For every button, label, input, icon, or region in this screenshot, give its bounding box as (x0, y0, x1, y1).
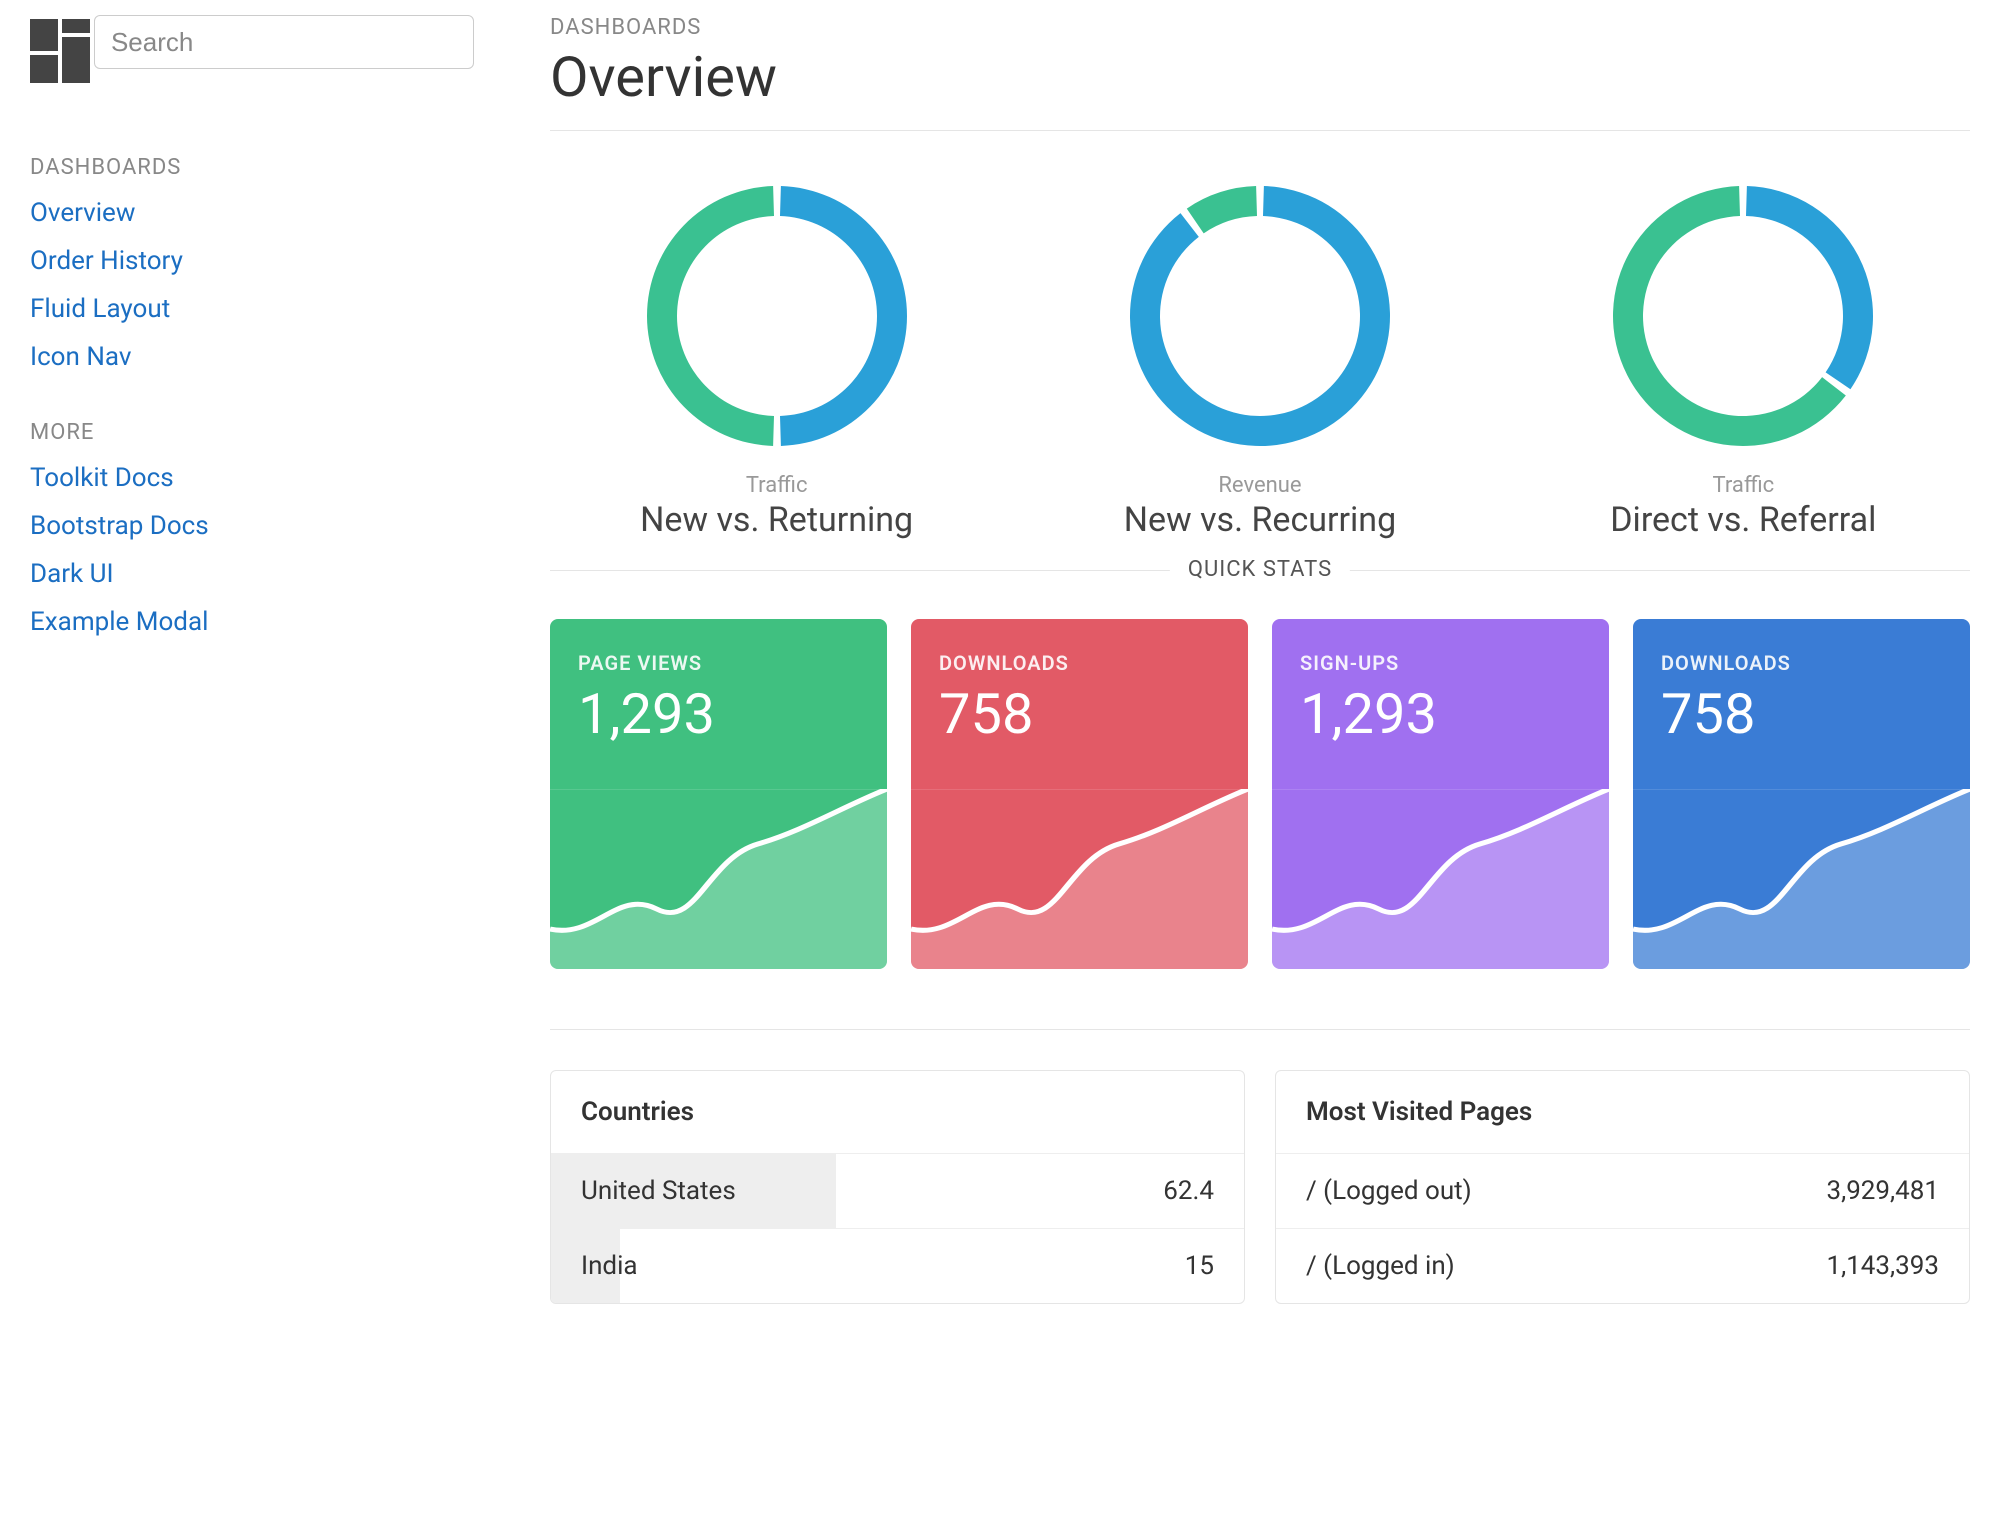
sparkline-chart (1633, 789, 1970, 969)
stat-label: DOWNLOADS (1661, 651, 1942, 675)
table-pages: Most Visited Pages / (Logged out) 3,929,… (1275, 1070, 1970, 1304)
sidebar-item-example-modal[interactable]: Example Modal (30, 607, 520, 637)
donut-title: New vs. Returning (550, 500, 1003, 540)
country-value-cell: 15 (1008, 1229, 1244, 1304)
stat-label: PAGE VIEWS (578, 651, 859, 675)
donut-row: Traffic New vs. Returning Revenue New vs… (550, 171, 1970, 540)
stat-label: SIGN-UPS (1300, 651, 1581, 675)
table-row: / (Logged out) 3,929,481 (1276, 1154, 1969, 1229)
table-title: Most Visited Pages (1276, 1071, 1969, 1153)
sidebar: DASHBOARDS Overview Order History Fluid … (30, 15, 520, 1304)
table-row: India 15 (551, 1229, 1244, 1304)
donut-card-traffic-new-returning: Traffic New vs. Returning (550, 171, 1003, 540)
page-name-cell: / (Logged out) (1276, 1154, 1669, 1229)
stat-card-page-views: PAGE VIEWS 1,293 (550, 619, 887, 969)
sidebar-item-toolkit-docs[interactable]: Toolkit Docs (30, 463, 520, 493)
logo-icon (30, 19, 90, 83)
donut-kicker: Traffic (1517, 473, 1970, 498)
quick-stats-heading: QUICK STATS (1170, 557, 1350, 582)
stat-card-downloads-2: DOWNLOADS 758 (1633, 619, 1970, 969)
sidebar-item-dark-ui[interactable]: Dark UI (30, 559, 520, 589)
table-title: Countries (551, 1071, 1244, 1153)
nav-section-dashboards: DASHBOARDS Overview Order History Fluid … (30, 155, 520, 372)
nav-heading: DASHBOARDS (30, 155, 520, 180)
donut-card-traffic-direct-referral: Traffic Direct vs. Referral (1517, 171, 1970, 540)
page-title: Overview (550, 44, 1970, 131)
stat-value: 758 (939, 681, 1220, 747)
page-name-cell: / (Logged in) (1276, 1229, 1669, 1304)
sidebar-item-icon-nav[interactable]: Icon Nav (30, 342, 520, 372)
sidebar-item-bootstrap-docs[interactable]: Bootstrap Docs (30, 511, 520, 541)
sidebar-item-fluid-layout[interactable]: Fluid Layout (30, 294, 520, 324)
donut-card-revenue-new-recurring: Revenue New vs. Recurring (1033, 171, 1486, 540)
sparkline-chart (1272, 789, 1609, 969)
stat-value: 758 (1661, 681, 1942, 747)
table-row: / (Logged in) 1,143,393 (1276, 1229, 1969, 1304)
stat-value: 1,293 (1300, 681, 1581, 747)
page-value-cell: 1,143,393 (1669, 1229, 1969, 1304)
page-value-cell: 3,929,481 (1669, 1154, 1969, 1229)
donut-chart (632, 171, 922, 461)
country-name-cell: India (551, 1229, 1008, 1304)
sparkline-chart (550, 789, 887, 969)
tables-row: Countries United States 62.4 India (550, 1070, 1970, 1304)
table-countries: Countries United States 62.4 India (550, 1070, 1245, 1304)
stat-value: 1,293 (578, 681, 859, 747)
stat-card-sign-ups: SIGN-UPS 1,293 (1272, 619, 1609, 969)
donut-chart (1115, 171, 1405, 461)
country-value-cell: 62.4 (1008, 1154, 1244, 1229)
country-name-cell: United States (551, 1154, 1008, 1229)
table-row: United States 62.4 (551, 1154, 1244, 1229)
nav-section-more: MORE Toolkit Docs Bootstrap Docs Dark UI… (30, 420, 520, 637)
donut-kicker: Revenue (1033, 473, 1486, 498)
main-content: DASHBOARDS Overview Traffic New vs. Retu… (550, 15, 1970, 1304)
donut-title: New vs. Recurring (1033, 500, 1486, 540)
sidebar-item-order-history[interactable]: Order History (30, 246, 520, 276)
donut-title: Direct vs. Referral (1517, 500, 1970, 540)
stat-card-downloads: DOWNLOADS 758 (911, 619, 1248, 969)
donut-chart (1598, 171, 1888, 461)
sparkline-chart (911, 789, 1248, 969)
sidebar-item-overview[interactable]: Overview (30, 198, 520, 228)
donut-kicker: Traffic (550, 473, 1003, 498)
stat-label: DOWNLOADS (939, 651, 1220, 675)
quick-stats-divider: QUICK STATS (550, 570, 1970, 571)
stat-row: PAGE VIEWS 1,293 DOWNLOADS 758 SIGN-UPS (550, 619, 1970, 969)
header-kicker: DASHBOARDS (550, 15, 1970, 40)
search-input[interactable] (94, 15, 474, 69)
nav-heading: MORE (30, 420, 520, 445)
